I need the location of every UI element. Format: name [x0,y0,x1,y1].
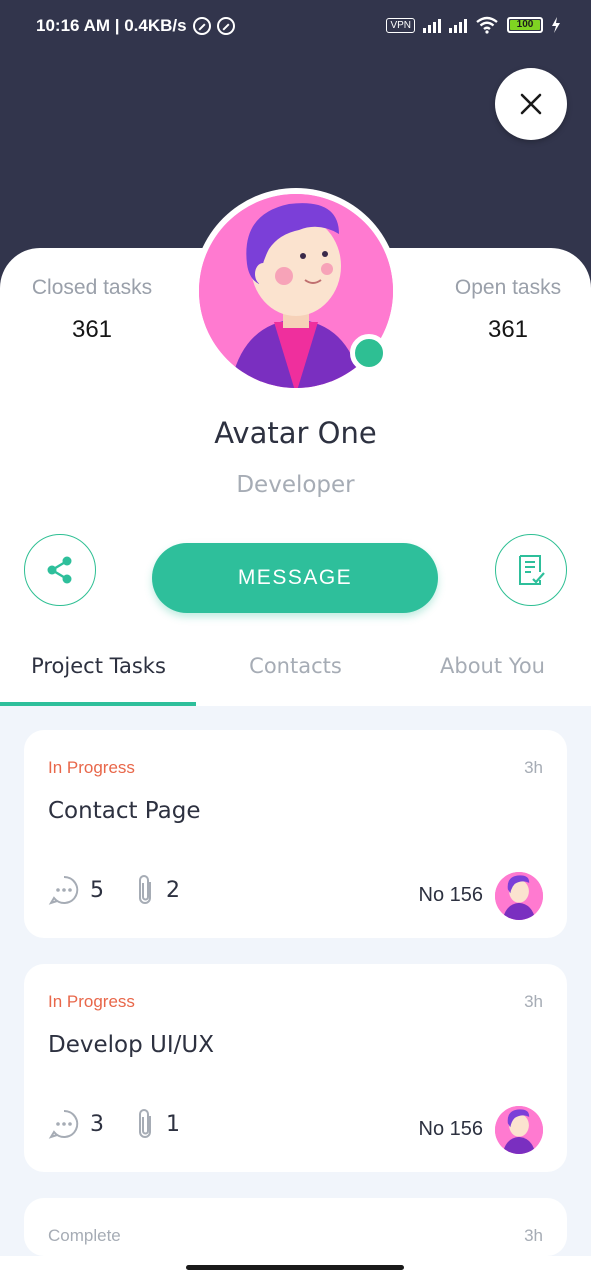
home-indicator[interactable] [186,1265,404,1270]
notification-icon [192,17,211,35]
task-time: 3h [524,758,543,777]
tab-about-you[interactable]: About You [394,654,591,678]
comment-icon [48,875,79,905]
status-bar: 10:16 AM | 0.4KB/s VPN 100 [0,0,591,56]
assignee-avatar[interactable] [495,872,543,920]
online-status-dot [350,334,388,372]
attachments-value: 2 [166,877,180,903]
task-title: Develop UI/UX [48,1032,214,1058]
cell-signal-icon [423,17,441,33]
closed-tasks-label: Closed tasks [31,276,153,299]
task-number: No 156 [418,884,484,906]
tasks-document-button[interactable] [495,534,567,606]
task-card[interactable]: Complete 3h [24,1198,567,1256]
checklist-document-icon [519,555,545,585]
closed-tasks-value: 361 [71,316,113,343]
comments-count: 3 [48,1108,104,1140]
task-meta: 5 2 [48,872,210,908]
close-icon [520,93,542,115]
tab-contacts[interactable]: Contacts [197,654,394,678]
share-button[interactable] [24,534,96,606]
assignee-avatar[interactable] [495,1106,543,1154]
battery-icon: 100 [507,17,543,33]
attachments-count: 1 [134,1106,180,1142]
tab-project-tasks[interactable]: Project Tasks [0,654,197,678]
attachments-count: 2 [134,872,180,908]
comments-value: 3 [90,1111,104,1137]
assignee-avatar-illustration [495,1106,543,1154]
status-right: VPN 100 [386,16,561,34]
task-time: 3h [524,992,543,1011]
battery-level: 100 [516,19,534,30]
task-card[interactable]: In Progress 3h Develop UI/UX 3 1 No 156 [24,964,567,1172]
assignee-avatar-illustration [495,872,543,920]
comment-icon [48,1109,79,1139]
open-tasks-stat: Open tasks 361 [418,276,591,344]
paperclip-icon [139,1109,151,1138]
comments-count: 5 [48,874,104,906]
open-tasks-value: 361 [487,316,529,343]
profile-tabs: Project Tasks Contacts About You [0,640,591,706]
charging-icon [552,17,560,33]
paperclip-icon [139,875,151,904]
task-card[interactable]: In Progress 3h Contact Page 5 2 No 156 [24,730,567,938]
task-status: In Progress [48,758,135,777]
profile-name: Avatar One [214,416,377,450]
attachments-value: 1 [166,1111,180,1137]
profile-role: Developer [236,472,355,498]
wifi-icon [476,16,498,34]
status-time-speed: 10:16 AM | 0.4KB/s [36,16,187,35]
task-title: Contact Page [48,798,201,824]
message-button[interactable]: MESSAGE [152,543,438,613]
comments-value: 5 [90,877,104,903]
status-left: 10:16 AM | 0.4KB/s [36,16,235,36]
task-list: In Progress 3h Contact Page 5 2 No 156 I… [0,706,591,1256]
vpn-badge: VPN [386,17,415,33]
share-icon [47,556,72,584]
cell-signal-icon-2 [449,17,467,33]
task-status: Complete [48,1226,121,1245]
close-button[interactable] [495,68,567,140]
task-number: No 156 [418,1118,484,1140]
task-status: In Progress [48,992,135,1011]
notification-icon-2 [216,17,235,35]
open-tasks-label: Open tasks [454,276,562,299]
task-time: 3h [524,1226,543,1245]
task-meta: 3 1 [48,1106,210,1142]
closed-tasks-stat: Closed tasks 361 [2,276,182,344]
